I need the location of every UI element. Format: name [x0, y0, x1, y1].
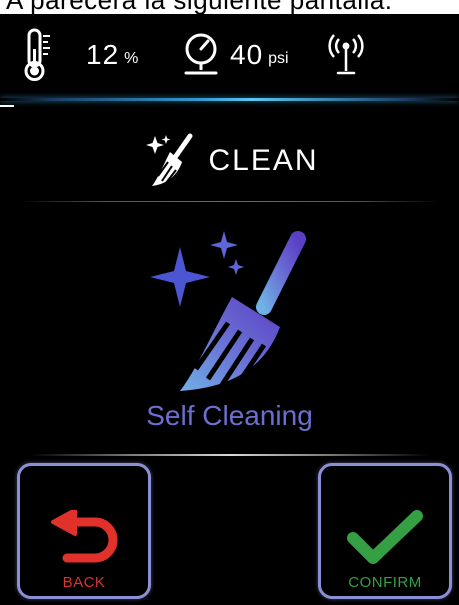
status-divider: [0, 98, 459, 101]
connectivity-indicator: [326, 14, 366, 96]
pressure-value: 40: [230, 39, 264, 70]
pressure-gauge-icon: [184, 33, 218, 75]
check-mark-icon: [347, 510, 423, 564]
page-header: CLEAN: [0, 126, 459, 196]
device-screen: 12 % 40 psi CLEAN Self Cleaning BACK CON…: [0, 14, 459, 605]
temperature-unit: %: [124, 50, 139, 67]
bottom-divider: [30, 454, 429, 456]
wireless-antenna-icon: [328, 34, 364, 75]
page: A parecerá la siguiente pantalla: 12 %: [0, 0, 459, 605]
pressure-readout: 40 psi: [230, 14, 289, 96]
confirm-button[interactable]: CONFIRM: [318, 463, 452, 599]
back-label: BACK: [62, 574, 106, 591]
page-caption: A parecerá la siguiente pantalla:: [0, 0, 459, 14]
temperature-value: 12: [86, 39, 120, 70]
broom-sparkle-icon: [150, 231, 306, 391]
status-bar: 12 % 40 psi: [0, 14, 459, 96]
undo-arrow-icon: [51, 510, 118, 563]
header-divider: [20, 201, 439, 202]
page-title: CLEAN: [208, 144, 319, 177]
back-button[interactable]: BACK: [17, 463, 151, 599]
temperature-readout: 12 %: [86, 14, 138, 96]
broom-sparkle-icon: [146, 133, 193, 186]
thermometer-icon: [24, 28, 50, 81]
pressure-indicator: [182, 14, 220, 96]
caption-text: A parecerá la siguiente pantalla:: [6, 0, 393, 14]
pressure-unit: psi: [268, 50, 289, 67]
mode-label: Self Cleaning: [146, 400, 313, 431]
temperature-indicator: [22, 14, 52, 96]
edge-marker: [0, 105, 14, 107]
confirm-label: CONFIRM: [348, 574, 422, 591]
